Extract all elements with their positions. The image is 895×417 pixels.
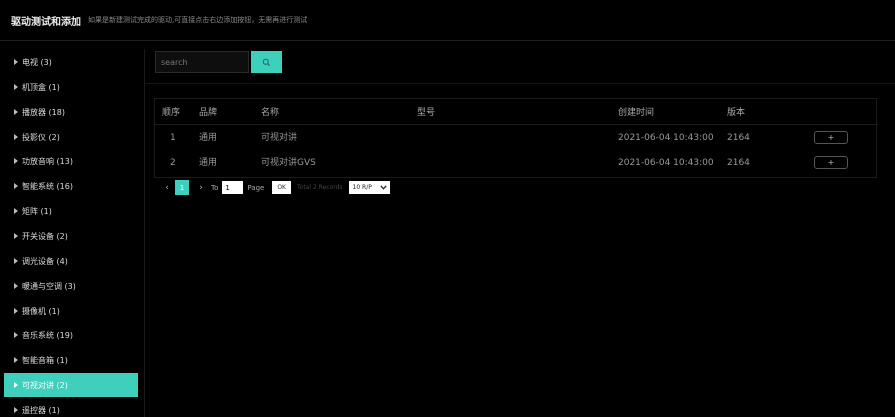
- sidebar-item-label: 暖通与空调 (3): [22, 281, 76, 291]
- sidebar-item-switch[interactable]: 开关设备 (2): [4, 224, 138, 248]
- search-bar: [155, 51, 282, 73]
- cell-brand: 通用: [199, 158, 218, 168]
- cell-created: 2021-06-04 10:43:00: [618, 158, 714, 168]
- cell-name: 可视对讲GVS: [261, 158, 316, 168]
- chevron-down-icon: [379, 185, 387, 190]
- sidebar-item-label: 可视对讲 (2): [22, 380, 68, 390]
- header-created: 创建时间: [618, 108, 655, 118]
- table-row: 2 通用 可视对讲GVS 2021-06-04 10:43:00 2164 +: [155, 151, 878, 175]
- caret-right-icon: [14, 158, 18, 164]
- sidebar-item-label: 矩阵 (1): [22, 206, 52, 216]
- header: 驱动测试和添加 如果是新建测试完成的驱动,可直接点击右边添加按钮，无需再进行测试: [0, 0, 895, 41]
- page-title: 驱动测试和添加: [11, 16, 81, 28]
- header-version: 版本: [727, 108, 746, 118]
- sidebar-item-label: 投影仪 (2): [22, 132, 60, 142]
- driver-table: 顺序 品牌 名称 型号 创建时间 版本 1 通用 可视对讲 2021-06-04…: [154, 98, 878, 178]
- main-content: 顺序 品牌 名称 型号 创建时间 版本 1 通用 可视对讲 2021-06-04…: [146, 41, 895, 417]
- sidebar-item-settop-box[interactable]: 机顶盒 (1): [4, 75, 138, 99]
- sidebar-item-smart-system[interactable]: 智能系统 (16): [4, 174, 138, 198]
- sidebar-item-label: 音乐系统 (19): [22, 330, 73, 340]
- caret-right-icon: [14, 109, 18, 115]
- caret-right-icon: [14, 134, 18, 140]
- caret-right-icon: [14, 208, 18, 214]
- header-brand: 品牌: [199, 108, 218, 118]
- add-driver-button[interactable]: +: [814, 156, 848, 169]
- cell-brand: 通用: [199, 133, 218, 143]
- sidebar-item-tv[interactable]: 电视 (3): [4, 50, 138, 74]
- caret-right-icon: [14, 233, 18, 239]
- header-hint: 如果是新建测试完成的驱动,可直接点击右边添加按钮，无需再进行测试: [88, 16, 308, 24]
- cell-version: 2164: [727, 158, 750, 168]
- table-header: 顺序 品牌 名称 型号 创建时间 版本: [155, 101, 878, 125]
- sidebar: 电视 (3) 机顶盒 (1) 播放器 (18) 投影仪 (2) 功放音响 (13…: [0, 49, 145, 417]
- caret-right-icon: [14, 382, 18, 388]
- header-name: 名称: [261, 108, 280, 118]
- sidebar-item-label: 调光设备 (4): [22, 256, 68, 266]
- sidebar-item-label: 智能系统 (16): [22, 181, 73, 191]
- sidebar-item-label: 电视 (3): [22, 57, 52, 67]
- search-button[interactable]: [251, 51, 282, 73]
- sidebar-item-label: 摄像机 (1): [22, 306, 60, 316]
- search-input[interactable]: [155, 51, 249, 73]
- caret-right-icon: [14, 258, 18, 264]
- sidebar-item-label: 机顶盒 (1): [22, 82, 60, 92]
- caret-right-icon: [14, 283, 18, 289]
- prev-page-icon[interactable]: ‹: [161, 180, 173, 195]
- pagination: ‹ 1 › To Page OK Total 2 Records 10 R/P: [161, 180, 390, 195]
- page-size-select[interactable]: 10 R/P: [348, 181, 390, 194]
- sidebar-item-label: 播放器 (18): [22, 107, 65, 117]
- sidebar-item-music-system[interactable]: 音乐系统 (19): [4, 323, 138, 347]
- sidebar-item-video-intercom[interactable]: 可视对讲 (2): [4, 373, 138, 397]
- cell-created: 2021-06-04 10:43:00: [618, 133, 714, 143]
- caret-right-icon: [14, 308, 18, 314]
- total-records: Total 2 Records: [297, 184, 343, 191]
- sidebar-item-projector[interactable]: 投影仪 (2): [4, 125, 138, 149]
- header-model: 型号: [417, 108, 436, 118]
- sidebar-item-remote[interactable]: 遥控器 (1): [4, 398, 138, 417]
- divider: [146, 83, 895, 84]
- caret-right-icon: [14, 407, 18, 413]
- header-seq: 顺序: [162, 108, 181, 118]
- goto-to-label: To: [211, 183, 219, 192]
- goto-page-label: Page: [247, 183, 265, 192]
- caret-right-icon: [14, 357, 18, 363]
- add-driver-button[interactable]: +: [814, 131, 848, 144]
- caret-right-icon: [14, 59, 18, 65]
- caret-right-icon: [14, 84, 18, 90]
- sidebar-item-player[interactable]: 播放器 (18): [4, 100, 138, 124]
- sidebar-item-matrix[interactable]: 矩阵 (1): [4, 199, 138, 223]
- table-row: 1 通用 可视对讲 2021-06-04 10:43:00 2164 +: [155, 126, 878, 150]
- page-size-value: 10 R/P: [352, 184, 372, 191]
- sidebar-item-smart-speaker[interactable]: 智能音箱 (1): [4, 348, 138, 372]
- goto-ok-button[interactable]: OK: [272, 181, 291, 194]
- sidebar-item-dimmer[interactable]: 调光设备 (4): [4, 249, 138, 273]
- sidebar-item-camera[interactable]: 摄像机 (1): [4, 299, 138, 323]
- page-number-current[interactable]: 1: [175, 180, 189, 195]
- goto-page-input[interactable]: [222, 181, 244, 194]
- sidebar-item-label: 功放音响 (13): [22, 156, 73, 166]
- caret-right-icon: [14, 183, 18, 189]
- cell-seq: 1: [170, 133, 176, 143]
- sidebar-item-label: 智能音箱 (1): [22, 355, 68, 365]
- sidebar-item-label: 开关设备 (2): [22, 231, 68, 241]
- cell-version: 2164: [727, 133, 750, 143]
- cell-name: 可视对讲: [261, 133, 298, 143]
- sidebar-item-label: 遥控器 (1): [22, 405, 60, 415]
- sidebar-item-amplifier[interactable]: 功放音响 (13): [4, 149, 138, 173]
- search-icon: [262, 58, 271, 66]
- sidebar-item-hvac[interactable]: 暖通与空调 (3): [4, 274, 138, 298]
- cell-seq: 2: [170, 158, 176, 168]
- caret-right-icon: [14, 332, 18, 338]
- next-page-icon[interactable]: ›: [195, 180, 207, 195]
